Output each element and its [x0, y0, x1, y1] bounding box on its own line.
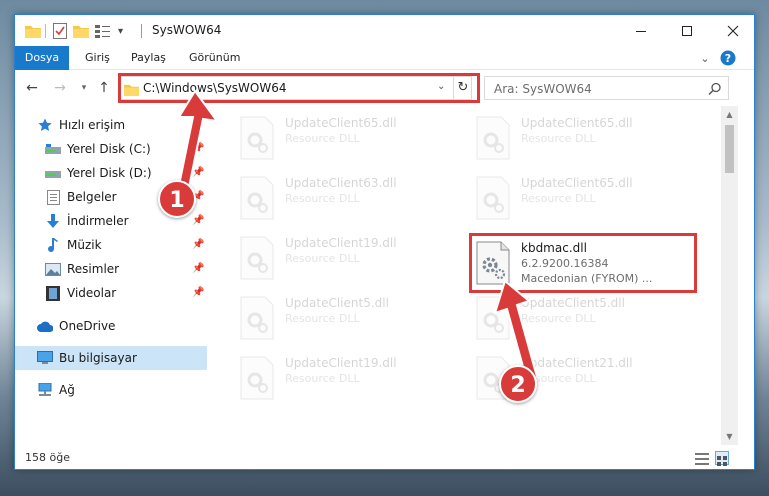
expand-ribbon-chevron-icon[interactable]: ⌄ [697, 50, 713, 66]
file-item[interactable]: UpdateClient5.dll Resource DLL [233, 294, 463, 344]
scroll-up-icon[interactable]: ▲ [721, 106, 738, 123]
explorer-window: ▾ SysWOW64 Dosya Giriş Paylaş Görünüm ⌄ … [14, 14, 755, 470]
dll-file-icon [237, 356, 277, 400]
close-icon[interactable] [710, 15, 754, 46]
window-title: SysWOW64 [152, 23, 222, 37]
file-description: Resource DLL [285, 192, 360, 205]
file-description: Resource DLL [521, 192, 596, 205]
sidebar-item-label: Belgeler [67, 190, 117, 204]
file-description: Resource DLL [285, 132, 360, 145]
search-icon[interactable] [708, 81, 722, 96]
sidebar-item-label: Ağ [59, 383, 75, 397]
sidebar-item-videos[interactable]: Videolar 📌 [15, 281, 207, 305]
sidebar-item-label: Yerel Disk (C:) [67, 142, 151, 156]
dll-file-icon [237, 296, 277, 340]
cloud-icon [37, 318, 53, 334]
forward-arrow-icon[interactable]: → [51, 79, 69, 97]
network-icon [37, 382, 53, 398]
qa-separator [45, 24, 46, 38]
folder-icon[interactable] [25, 22, 41, 40]
file-name: UpdateClient19.dll [285, 236, 397, 250]
documents-icon [45, 189, 61, 205]
file-description: Resource DLL [285, 312, 360, 325]
computer-icon [37, 350, 53, 366]
dll-file-icon [237, 116, 277, 160]
music-note-icon [45, 237, 61, 253]
recent-locations-chevron-icon[interactable]: ▾ [75, 79, 93, 97]
status-bar: 158 öğe [15, 445, 754, 469]
file-name: UpdateClient63.dll [285, 176, 397, 190]
pin-icon[interactable]: 📌 [192, 287, 204, 298]
help-icon[interactable]: ? [720, 50, 736, 66]
dll-file-icon [237, 176, 277, 220]
sidebar-item-label: Videolar [67, 286, 117, 300]
sidebar-item-music[interactable]: Müzik 📌 [15, 233, 207, 257]
large-icons-view-icon[interactable] [715, 451, 729, 466]
pin-icon[interactable]: 📌 [192, 263, 204, 274]
details-view-icon[interactable] [695, 451, 709, 465]
sidebar-item-this-pc[interactable]: Bu bilgisayar [15, 346, 207, 370]
sidebar-item-pictures[interactable]: Resimler 📌 [15, 257, 207, 281]
sidebar-item-label: Yerel Disk (D:) [67, 166, 152, 180]
ribbon-bar: Dosya Giriş Paylaş Görünüm ⌄ ? [15, 46, 754, 96]
title-bar: ▾ SysWOW64 [15, 15, 754, 46]
search-box[interactable]: Ara: SysWOW64 [484, 76, 729, 100]
svg-text:?: ? [725, 52, 731, 65]
file-item[interactable]: UpdateClient65.dll Resource DLL [233, 114, 463, 164]
scroll-down-icon[interactable]: ▼ [721, 428, 738, 445]
star-icon [37, 117, 53, 133]
tab-view[interactable]: Görünüm [179, 46, 250, 70]
file-name: UpdateClient65.dll [285, 116, 397, 130]
sidebar-item-label: Müzik [67, 238, 102, 252]
back-arrow-icon[interactable]: ← [23, 79, 41, 97]
file-description: Resource DLL [521, 132, 596, 145]
search-input[interactable]: Ara: SysWOW64 [494, 82, 592, 96]
file-description: Resource DLL [285, 372, 360, 385]
file-name: UpdateClient65.dll [521, 116, 633, 130]
file-item[interactable]: UpdateClient19.dll Resource DLL [233, 234, 463, 284]
customize-qa-dropdown-icon[interactable]: ▾ [118, 22, 123, 40]
file-item[interactable]: UpdateClient65.dll Resource DLL [469, 114, 699, 164]
properties-icon[interactable] [53, 22, 67, 40]
film-icon [45, 285, 61, 301]
tab-home[interactable]: Giriş [75, 46, 120, 70]
sidebar-item-onedrive[interactable]: OneDrive [15, 314, 207, 338]
sidebar-item-label: Bu bilgisayar [59, 351, 137, 365]
pin-icon[interactable]: 📌 [192, 215, 204, 226]
title-separator [141, 24, 142, 38]
file-name: UpdateClient19.dll [285, 356, 397, 370]
view-icon[interactable] [95, 22, 113, 40]
file-item[interactable]: UpdateClient65.dll Resource DLL [469, 174, 699, 224]
new-folder-icon[interactable] [73, 22, 89, 40]
dll-file-icon [237, 236, 277, 280]
file-name: UpdateClient65.dll [521, 176, 633, 190]
pin-icon[interactable]: 📌 [192, 239, 204, 250]
file-description: Resource DLL [285, 252, 360, 265]
dll-file-icon [473, 176, 513, 220]
file-name: UpdateClient5.dll [285, 296, 389, 310]
drive-icon [45, 141, 61, 157]
file-item[interactable]: UpdateClient63.dll Resource DLL [233, 174, 463, 224]
pictures-icon [45, 261, 61, 277]
sidebar-item-label: İndirmeler [67, 214, 129, 228]
sidebar-item-label: Hızlı erişim [59, 118, 126, 132]
dll-file-icon [473, 116, 513, 160]
sidebar-item-label: OneDrive [59, 319, 116, 333]
step-marker-1: 1 [158, 180, 196, 218]
minimize-icon[interactable] [618, 15, 664, 46]
sidebar-item-label: Resimler [67, 262, 120, 276]
tab-share[interactable]: Paylaş [121, 46, 176, 70]
up-arrow-icon[interactable]: ↑ [95, 79, 113, 97]
step-marker-2: 2 [499, 365, 537, 403]
drive-icon [45, 165, 61, 181]
item-count: 158 öğe [25, 451, 70, 464]
sidebar-item-network[interactable]: Ağ [15, 378, 207, 402]
download-arrow-icon [45, 213, 61, 229]
vertical-scrollbar[interactable]: ▲ ▼ [721, 106, 738, 445]
maximize-icon[interactable] [664, 15, 710, 46]
file-item[interactable]: UpdateClient19.dll Resource DLL [233, 354, 463, 404]
scroll-thumb[interactable] [725, 125, 734, 173]
